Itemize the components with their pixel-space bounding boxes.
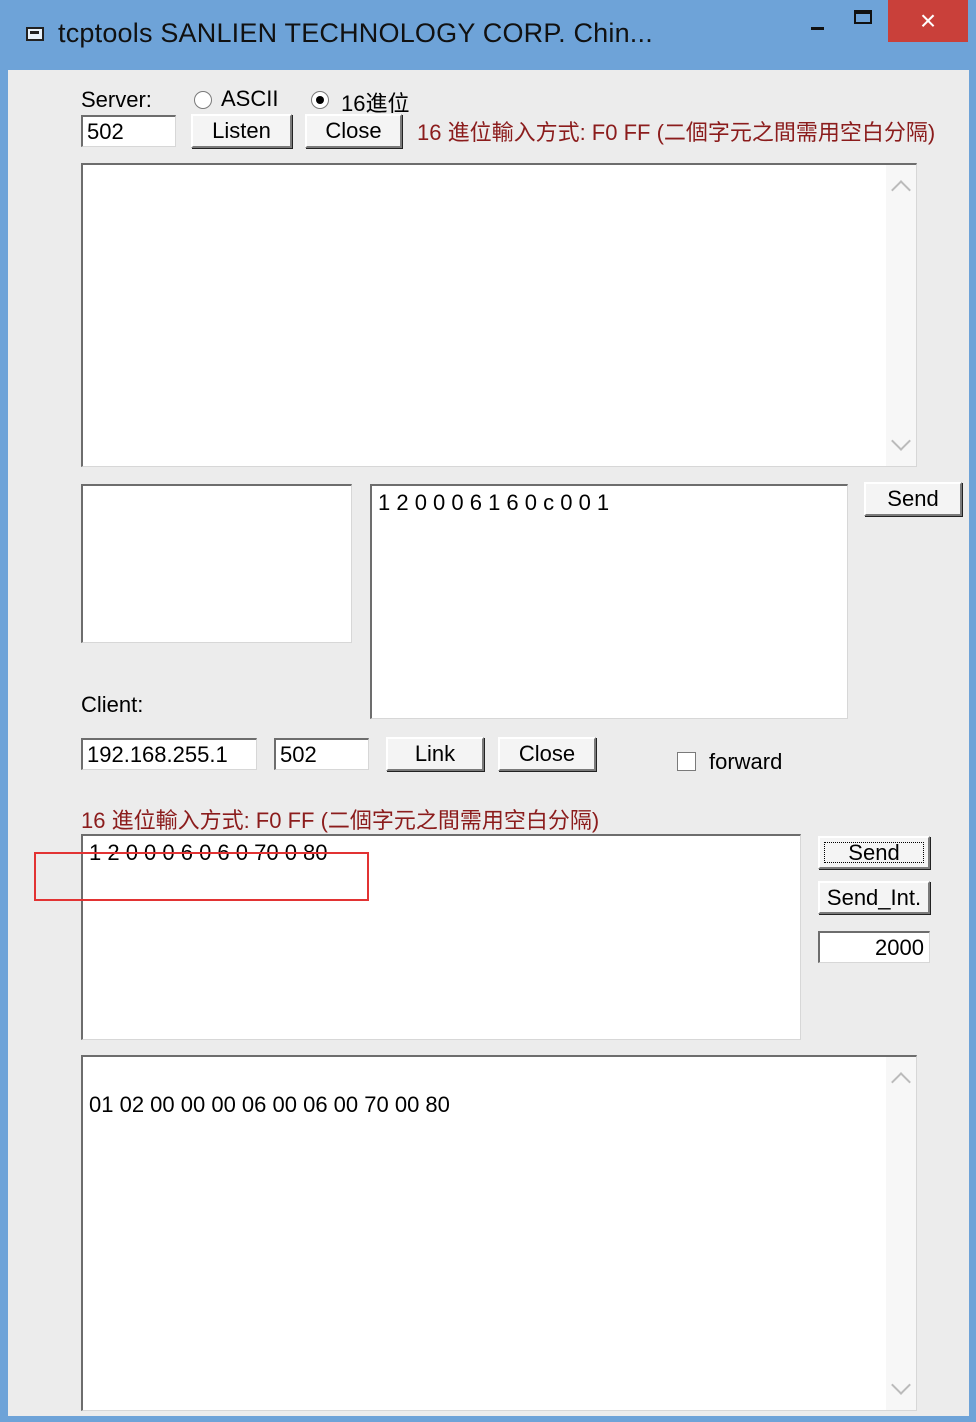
scroll-down-icon[interactable] xyxy=(891,1375,911,1395)
forward-checkbox[interactable] xyxy=(677,752,696,771)
close-icon: × xyxy=(919,5,937,36)
client-output-textarea[interactable]: 01 02 00 00 00 06 00 06 00 70 00 80 xyxy=(81,1055,917,1411)
ascii-radio-label[interactable]: ASCII xyxy=(221,86,278,112)
send-interval-button[interactable]: Send_Int. xyxy=(818,881,930,914)
server-receive-textarea[interactable] xyxy=(81,163,917,467)
scroll-up-icon[interactable] xyxy=(891,180,911,200)
maximize-icon xyxy=(854,10,872,24)
server-send-button[interactable]: Send xyxy=(864,482,962,516)
client-port-input[interactable]: 502 xyxy=(274,738,369,770)
ascii-radio[interactable] xyxy=(194,91,212,109)
hex-radio[interactable] xyxy=(311,91,329,109)
client-hex-hint: 16 進位輸入方式: F0 FF (二個字元之間需用空白分隔) xyxy=(81,808,600,833)
server-port-input[interactable]: 502 xyxy=(81,115,176,147)
app-window-icon xyxy=(26,27,44,41)
server-send-textarea[interactable]: 1 2 0 0 0 6 1 6 0 c 0 0 1 xyxy=(370,484,848,719)
send-interval-input[interactable]: 2000 xyxy=(818,931,930,963)
server-hex-hint: 16 進位輸入方式: F0 FF (二個字元之間需用空白分隔) xyxy=(417,120,936,145)
minimize-icon xyxy=(811,27,824,30)
link-button[interactable]: Link xyxy=(386,737,484,771)
scroll-down-icon[interactable] xyxy=(891,431,911,451)
client-input-text: 1 2 0 0 0 6 0 6 0 70 0 80 xyxy=(89,840,328,865)
client-ip-input[interactable]: 192.168.255.1 xyxy=(81,738,257,770)
server-send-text: 1 2 0 0 0 6 1 6 0 c 0 0 1 xyxy=(378,490,610,515)
focus-indicator xyxy=(824,842,924,863)
client-input-textarea[interactable]: 1 2 0 0 0 6 0 6 0 70 0 80 xyxy=(81,834,801,1040)
client-output-scrollbar[interactable] xyxy=(886,1057,916,1410)
client-label: Client: xyxy=(81,692,144,717)
server-receive-scrollbar[interactable] xyxy=(886,165,916,466)
server-close-button[interactable]: Close xyxy=(305,114,402,148)
tcptools-window: tcptools SANLIEN TECHNOLOGY CORP. Chin..… xyxy=(0,0,976,1422)
maximize-button[interactable] xyxy=(840,0,888,42)
close-window-button[interactable]: × xyxy=(888,0,968,42)
client-output-text: 01 02 00 00 00 06 00 06 00 70 00 80 xyxy=(89,1092,450,1117)
window-title: tcptools SANLIEN TECHNOLOGY CORP. Chin..… xyxy=(58,18,653,48)
forward-label[interactable]: forward xyxy=(709,749,782,775)
client-send-button[interactable]: Send xyxy=(818,836,930,869)
scroll-up-icon[interactable] xyxy=(891,1072,911,1092)
client-area: Server: ASCII 16進位 502 Listen Close 16 進… xyxy=(8,70,969,1416)
window-titlebar[interactable]: tcptools SANLIEN TECHNOLOGY CORP. Chin..… xyxy=(0,0,976,70)
minimize-button[interactable] xyxy=(792,0,840,42)
server-label: Server: xyxy=(81,87,152,112)
client-close-button[interactable]: Close xyxy=(498,737,596,771)
listen-button[interactable]: Listen xyxy=(191,114,292,148)
connection-list-box[interactable] xyxy=(81,484,352,643)
